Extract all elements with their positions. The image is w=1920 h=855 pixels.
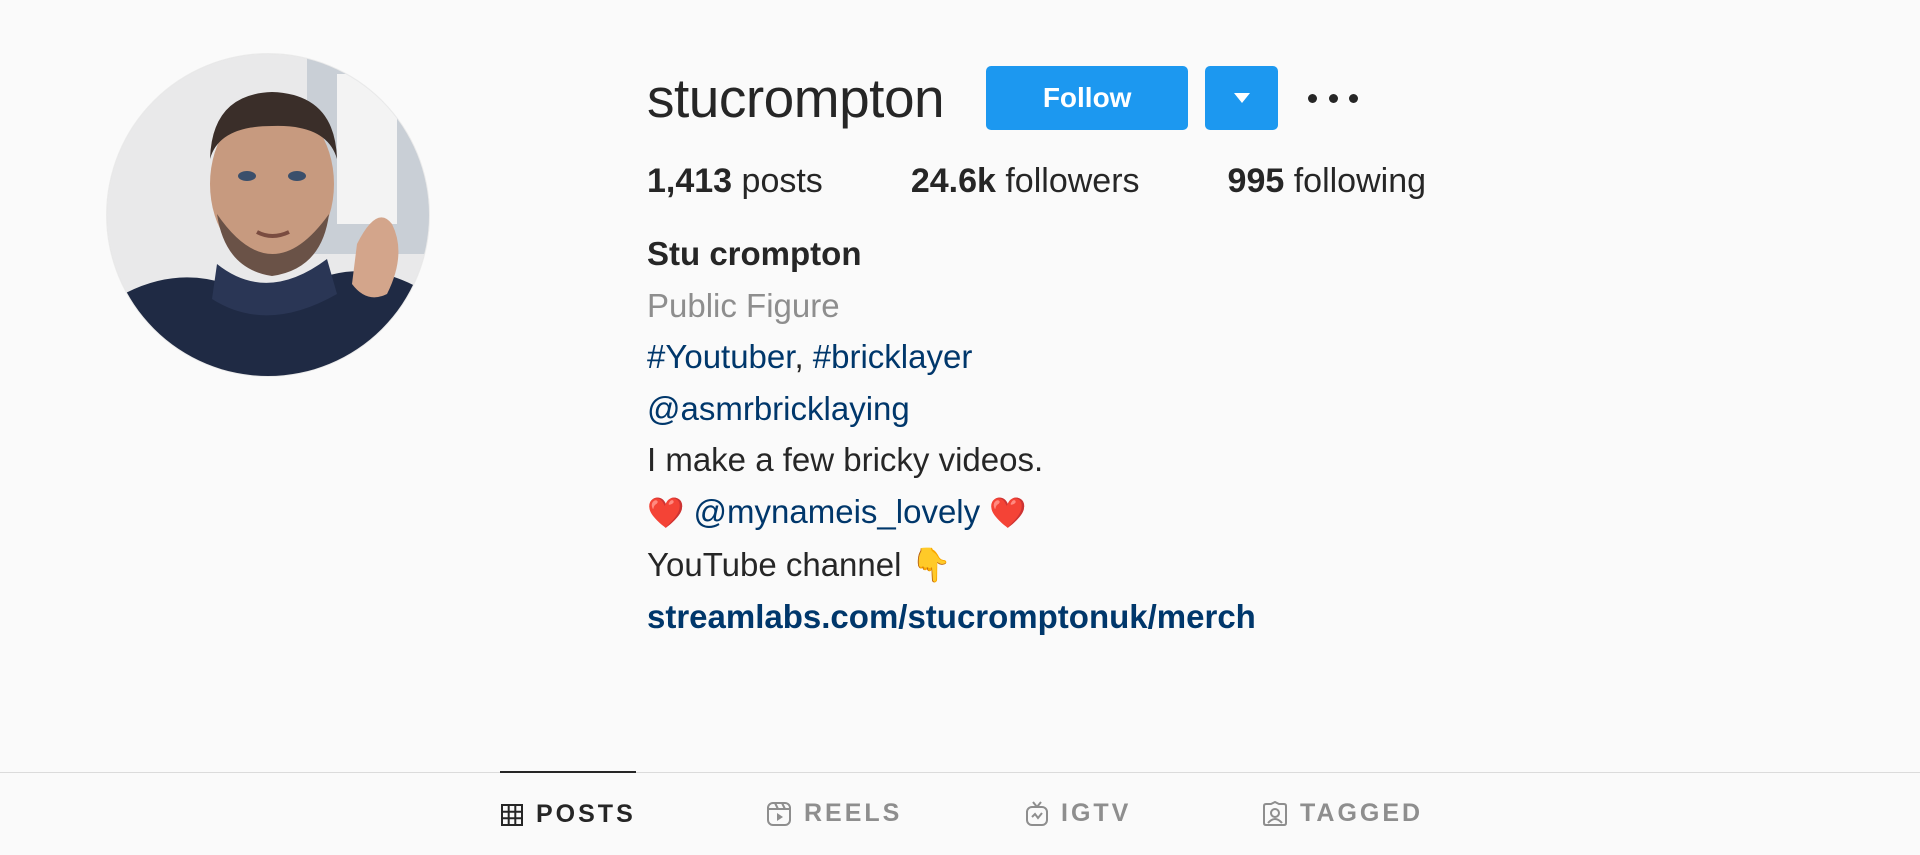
hashtag-link[interactable]: #Youtuber [647,338,794,375]
tab-igtv[interactable]: IGTV [1025,772,1131,855]
followers-stat[interactable]: 24.6k followers [911,164,1140,198]
avatar-image [107,54,429,376]
following-count: 995 [1227,162,1285,200]
grid-icon [500,803,524,827]
username: stucrompton [647,66,945,129]
bio-text: I make a few bricky videos. [647,441,1044,478]
external-link[interactable]: streamlabs.com/stucromptonuk/merch [647,591,1514,643]
tab-label: IGTV [1061,799,1132,827]
reels-icon [766,801,792,827]
profile-tabs: POSTS REELS IGTV TAGGED [0,771,1920,855]
mention-heart-line: ❤️ @mynameis_lovely ❤️ [647,486,1514,540]
youtube-text: YouTube channel [647,546,902,583]
heart-emoji: ❤️ [647,496,685,530]
category-label: Public Figure [647,286,840,324]
chevron-down-icon [1233,93,1250,103]
followers-label: followers [1005,162,1140,200]
following-label: following [1293,162,1427,200]
hashtags-line: #Youtuber, #bricklayer [647,331,1514,383]
heart-emoji: ❤️ [989,496,1027,530]
profile-info: stucrompton Follow 1,413 posts 24.6k fol… [647,60,1514,642]
posts-label: posts [741,162,823,200]
dot-icon [1308,93,1318,103]
tab-posts[interactable]: POSTS [500,771,636,855]
following-stat[interactable]: 995 following [1228,164,1427,198]
hashtag-separator: , [794,338,813,375]
tab-label: REELS [804,799,903,827]
igtv-icon [1025,800,1049,827]
hashtag-link[interactable]: #bricklayer [813,338,973,375]
tab-label: POSTS [536,800,636,828]
avatar[interactable] [107,54,429,376]
posts-stat: 1,413 posts [647,164,823,198]
profile-bio: Stu crompton Public Figure #Youtuber, #b… [647,228,1514,642]
mention-line: @asmrbricklaying [647,383,1514,435]
profile-header: stucrompton Follow [647,60,1514,136]
mention-link[interactable]: @asmrbricklaying [647,390,910,427]
tab-label: TAGGED [1300,799,1424,827]
dot-icon [1328,93,1338,103]
posts-count: 1,413 [647,162,733,200]
follow-button[interactable]: Follow [986,66,1189,130]
suggested-dropdown-button[interactable] [1205,66,1279,130]
followers-count: 24.6k [910,162,996,200]
tab-reels[interactable]: REELS [766,772,902,855]
profile-stats: 1,413 posts 24.6k followers 995 followin… [647,164,1514,198]
youtube-line: YouTube channel 👇 [647,539,1514,591]
mention-link[interactable]: @mynameis_lovely [694,493,981,530]
full-name: Stu crompton [647,235,862,272]
profile-page: stucrompton Follow 1,413 posts 24.6k fol… [0,0,1920,855]
tab-tagged[interactable]: TAGGED [1262,772,1423,855]
dot-icon [1349,93,1359,103]
pointing-down-emoji: 👇 [910,546,952,583]
more-options-button[interactable] [1308,78,1359,118]
tagged-icon [1262,800,1288,827]
